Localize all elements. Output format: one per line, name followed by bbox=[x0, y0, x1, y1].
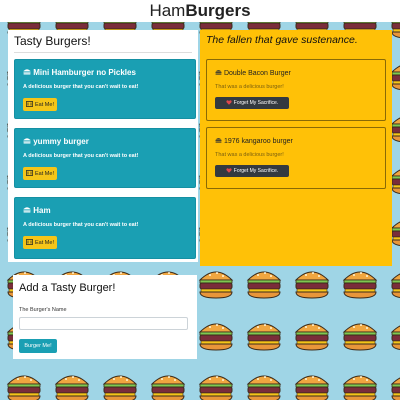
forget-label: Forget My Sacrifice. bbox=[233, 100, 279, 106]
devoured-card: 1976 kangaroo burger That was a deliciou… bbox=[206, 127, 386, 189]
burger-card: Ham A delicious burger that you can't wa… bbox=[14, 197, 196, 259]
forget-my-sacrifice-button[interactable]: Forget My Sacrifice. bbox=[215, 165, 289, 177]
burger-name: Ham bbox=[33, 206, 51, 215]
burger-icon bbox=[23, 137, 31, 146]
burger-icon bbox=[23, 206, 31, 215]
heart-icon bbox=[226, 99, 232, 107]
burger-name-input[interactable] bbox=[19, 317, 188, 330]
eat-me-button[interactable]: Eat Me! bbox=[23, 236, 57, 249]
heart-icon bbox=[226, 167, 232, 175]
burger-me-button[interactable]: Burger Me! bbox=[19, 339, 57, 353]
devoured-title: The fallen that gave sustenance. bbox=[206, 34, 358, 46]
tasty-burgers-panel: Tasty Burgers! Mini Hamburger no Pickles… bbox=[8, 30, 198, 262]
app-header: HamBurgers bbox=[0, 0, 400, 22]
burger-card: Mini Hamburger no Pickles A delicious bu… bbox=[14, 59, 196, 119]
forget-my-sacrifice-button[interactable]: Forget My Sacrifice. bbox=[215, 97, 289, 109]
add-burger-title: Add a Tasty Burger! bbox=[19, 282, 116, 294]
devoured-description: That was a delicious burger! bbox=[215, 152, 284, 158]
forget-label: Forget My Sacrifice. bbox=[233, 168, 279, 174]
burger-name-label: The Burger's Name bbox=[19, 307, 67, 313]
eat-me-button[interactable]: Eat Me! bbox=[23, 167, 57, 180]
burger-name: yummy burger bbox=[33, 137, 89, 146]
devoured-burger-name: Double Bacon Burger bbox=[223, 70, 291, 77]
devoured-card: Double Bacon Burger That was a delicious… bbox=[206, 59, 386, 121]
burger-icon bbox=[215, 69, 222, 77]
eat-me-button[interactable]: Eat Me! bbox=[23, 98, 57, 111]
header-title-ham: Ham bbox=[149, 1, 186, 20]
devoured-card-title: Double Bacon Burger bbox=[215, 69, 291, 77]
utensils-icon bbox=[25, 169, 34, 178]
burger-name: Mini Hamburger no Pickles bbox=[33, 68, 136, 77]
devoured-description: That was a delicious burger! bbox=[215, 84, 284, 90]
devoured-card-title: 1976 kangaroo burger bbox=[215, 137, 293, 145]
utensils-icon bbox=[25, 238, 34, 247]
burger-description: A delicious burger that you can't wait t… bbox=[23, 222, 139, 228]
eat-me-label: Eat Me! bbox=[35, 170, 54, 177]
utensils-icon bbox=[25, 100, 34, 109]
burger-card-title: Mini Hamburger no Pickles bbox=[23, 68, 136, 77]
eat-me-label: Eat Me! bbox=[35, 239, 54, 246]
burger-description: A delicious burger that you can't wait t… bbox=[23, 153, 139, 159]
devoured-burger-name: 1976 kangaroo burger bbox=[223, 138, 293, 145]
burger-icon bbox=[215, 137, 222, 145]
header-title-burgers: Burgers bbox=[185, 1, 251, 20]
devoured-burgers-panel: The fallen that gave sustenance. Double … bbox=[200, 30, 392, 266]
burger-icon bbox=[23, 68, 31, 77]
divider bbox=[14, 52, 192, 53]
tasty-burgers-title: Tasty Burgers! bbox=[14, 34, 91, 48]
burger-card-title: yummy burger bbox=[23, 137, 89, 146]
add-burger-form: Add a Tasty Burger! The Burger's Name Bu… bbox=[13, 275, 197, 359]
burger-description: A delicious burger that you can't wait t… bbox=[23, 84, 139, 90]
burger-card: yummy burger A delicious burger that you… bbox=[14, 128, 196, 188]
burger-card-title: Ham bbox=[23, 206, 51, 215]
eat-me-label: Eat Me! bbox=[35, 101, 54, 108]
